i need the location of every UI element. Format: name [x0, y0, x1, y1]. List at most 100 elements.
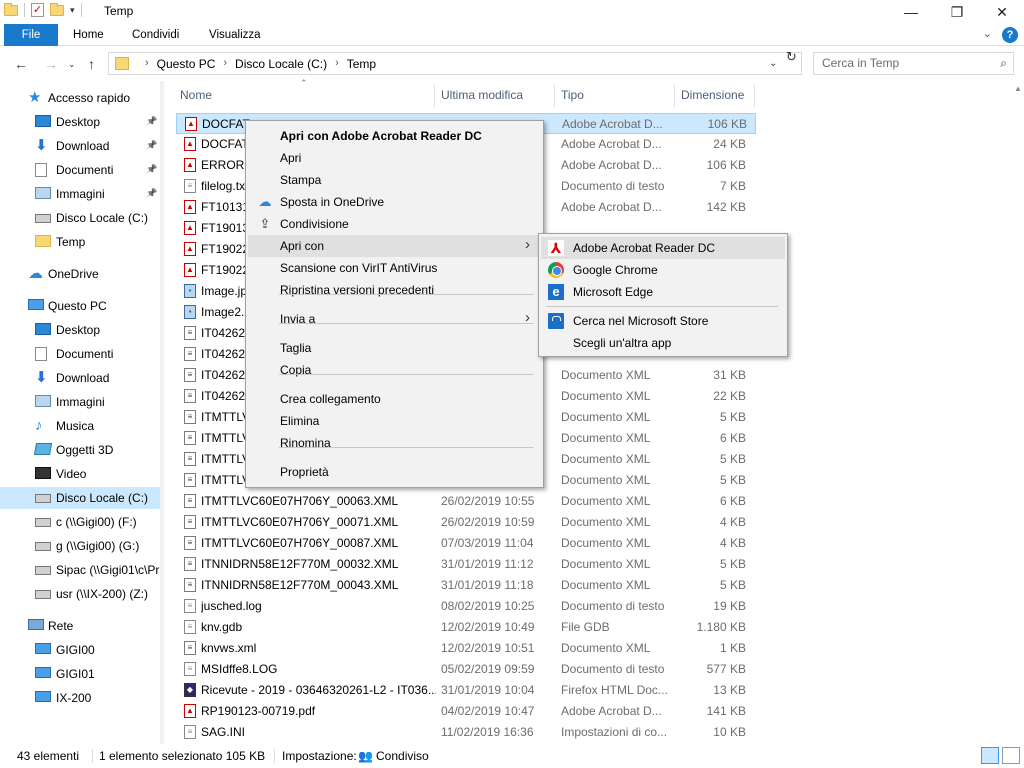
tab-view[interactable]: Visualizza [201, 24, 269, 46]
forward-button[interactable]: → [44, 56, 58, 72]
sidebar-item[interactable]: ⬇ Download [0, 367, 160, 389]
pin-icon[interactable]: 📌 [146, 164, 157, 175]
sidebar-item[interactable]: Disco Locale (C:) [0, 487, 160, 509]
search-icon[interactable]: ⌕ [1000, 56, 1007, 71]
submenu-item[interactable]: Cerca nel Microsoft Store [541, 310, 785, 332]
submenu-item[interactable]: ⅄ Adobe Acrobat Reader DC [541, 237, 785, 259]
divider[interactable] [674, 84, 675, 108]
sidebar-item[interactable]: Sipac (\\Gigi01\c\Pr [0, 559, 160, 581]
column-header-modified[interactable]: Ultima modifica [441, 84, 551, 106]
sidebar-item[interactable]: ★ Accesso rapido [0, 88, 160, 109]
sidebar-item[interactable]: ☁ OneDrive [0, 263, 160, 285]
breadcrumb-item[interactable]: Disco Locale (C:) [235, 57, 327, 71]
breadcrumb-item[interactable]: Questo PC [157, 57, 216, 71]
back-button[interactable]: ← [14, 56, 28, 72]
context-menu-item[interactable]: Rinomina [248, 432, 541, 454]
context-menu-item[interactable]: ☁ Sposta in OneDrive [248, 191, 541, 213]
tab-file[interactable]: File [4, 24, 58, 46]
file-row[interactable]: ≡ ITMTTLVC60E07H706Y_00087.XML 07/03/2019 … [176, 533, 756, 554]
divider[interactable] [754, 84, 755, 108]
tab-share[interactable]: Condividi [124, 24, 187, 46]
context-menu-item[interactable]: Elimina [248, 410, 541, 432]
context-menu-item[interactable]: Scansione con VirIT AntiVirus [248, 257, 541, 279]
sidebar-item[interactable]: Immagini 📌 [0, 183, 160, 205]
context-menu-item[interactable]: Copia [248, 359, 541, 381]
sidebar-item[interactable]: GIGI00 [0, 639, 160, 661]
recent-locations-button[interactable]: ⌄ [68, 59, 76, 70]
file-list-scrollbar[interactable]: ▲ [1012, 84, 1024, 744]
sidebar-item[interactable]: Desktop [0, 319, 160, 341]
sidebar-item[interactable]: ♪ Musica [0, 415, 160, 437]
sidebar-item[interactable]: Desktop 📌 [0, 111, 160, 133]
context-menu-item[interactable]: ⇪ Condivisione [248, 213, 541, 235]
breadcrumb-item[interactable]: Temp [347, 57, 376, 71]
context-menu-item[interactable]: Invia a › [248, 308, 541, 330]
help-icon[interactable]: ? [1002, 27, 1018, 43]
sidebar-item[interactable]: ⬇ Download 📌 [0, 135, 160, 157]
address-dropdown-icon[interactable]: ⌄ [769, 58, 777, 69]
file-row[interactable]: ▲ RP190123-00719.pdf 04/02/2019 10:47 Adobe… [176, 701, 756, 722]
chevron-right-icon[interactable]: › [145, 57, 149, 71]
context-menu-item[interactable]: Apri [248, 147, 541, 169]
context-menu-item[interactable]: Crea collegamento [248, 388, 541, 410]
sidebar-item[interactable]: Questo PC [0, 295, 160, 317]
pin-icon[interactable]: 📌 [146, 188, 157, 199]
sidebar-item[interactable]: g (\\Gigi00) (G:) [0, 535, 160, 557]
search-input[interactable] [822, 56, 992, 70]
context-menu-item[interactable]: Apri con › [248, 235, 541, 257]
tab-home[interactable]: Home [65, 24, 112, 46]
sidebar-item[interactable]: IX-200 [0, 687, 160, 709]
sidebar-item[interactable]: GIGI01 [0, 663, 160, 685]
details-view-button[interactable] [981, 747, 999, 764]
scroll-up-icon[interactable]: ▲ [1014, 84, 1022, 93]
context-menu-item[interactable]: Stampa [248, 169, 541, 191]
large-icons-view-button[interactable] [1002, 747, 1020, 764]
minimize-button[interactable]: — [888, 0, 934, 24]
expand-ribbon-icon[interactable]: ⌄ [983, 27, 992, 43]
submenu-item[interactable]: Scegli un'altra app [541, 332, 785, 354]
sidebar-item[interactable]: Documenti 📌 [0, 159, 160, 181]
properties-icon[interactable]: ✓ [31, 3, 44, 17]
file-row[interactable]: ≡ ITNNIDRN58E12F770M_00043.XML 31/01/2019 … [176, 575, 756, 596]
sidebar-item[interactable]: Rete [0, 615, 160, 637]
sidebar-item[interactable]: Immagini [0, 391, 160, 413]
file-row[interactable]: ≡ ITNNIDRN58E12F770M_00032.XML 31/01/2019 … [176, 554, 756, 575]
sidebar-item[interactable]: usr (\\IX-200) (Z:) [0, 583, 160, 605]
pin-icon[interactable]: 📌 [146, 140, 157, 151]
file-row[interactable]: ≡ ITMTTLVC60E07H706Y_00063.XML 26/02/2019 … [176, 491, 756, 512]
file-row[interactable]: ◆ Ricevute - 2019 - 03646320261-L2 - IT03… [176, 680, 756, 701]
search-box[interactable]: ⌕ [813, 52, 1014, 75]
chevron-right-icon[interactable]: › [335, 57, 339, 71]
context-menu-item[interactable]: Ripristina versioni precedenti [248, 279, 541, 301]
new-folder-icon[interactable] [50, 2, 64, 16]
sidebar-item[interactable]: Video [0, 463, 160, 485]
refresh-icon[interactable]: ↻ [786, 49, 797, 65]
file-row[interactable]: ≡ ITMTTLVC60E07H706Y_00071.XML 26/02/2019 … [176, 512, 756, 533]
sidebar-item[interactable]: Oggetti 3D [0, 439, 160, 461]
pin-icon[interactable]: 📌 [146, 116, 157, 127]
sidebar-item[interactable]: Temp [0, 231, 160, 253]
column-header-name[interactable]: Nome [180, 84, 435, 106]
sidebar-item[interactable]: Documenti [0, 343, 160, 365]
divider[interactable] [554, 84, 555, 108]
restore-button[interactable]: ❐ [934, 0, 980, 24]
up-button[interactable]: ↑ [88, 56, 95, 72]
file-row[interactable]: ≡ knv.gdb 12/02/2019 10:49 File GDB 1.180 KB [176, 617, 756, 638]
address-bar[interactable]: › Questo PC › Disco Locale (C:) › Temp ⌄ [108, 52, 802, 75]
submenu-item[interactable]: e Microsoft Edge [541, 281, 785, 303]
context-menu-item[interactable]: Apri con Adobe Acrobat Reader DC [248, 125, 541, 147]
context-menu-item[interactable]: Taglia [248, 337, 541, 359]
sidebar-item[interactable]: Disco Locale (C:) [0, 207, 160, 229]
context-menu-item[interactable]: Proprietà [248, 461, 541, 483]
submenu-item[interactable]: Google Chrome [541, 259, 785, 281]
file-row[interactable]: ≡ knvws.xml 12/02/2019 10:51 Documento XML 1… [176, 638, 756, 659]
file-row[interactable]: ≡ MSIdffe8.LOG 05/02/2019 09:59 Documento d… [176, 659, 756, 680]
customize-toolbar-icon[interactable]: ▾ [70, 5, 75, 16]
column-header-size[interactable]: Dimensione [681, 84, 753, 106]
file-row[interactable]: ≡ jusched.log 08/02/2019 10:25 Documento di… [176, 596, 756, 617]
divider[interactable] [434, 84, 435, 108]
chevron-right-icon[interactable]: › [223, 57, 227, 71]
sidebar-item[interactable]: c (\\Gigi00) (F:) [0, 511, 160, 533]
file-row[interactable]: ≡ SAG.INI 11/02/2019 16:36 Impostazioni di … [176, 722, 756, 743]
column-header-type[interactable]: Tipo [561, 84, 671, 106]
